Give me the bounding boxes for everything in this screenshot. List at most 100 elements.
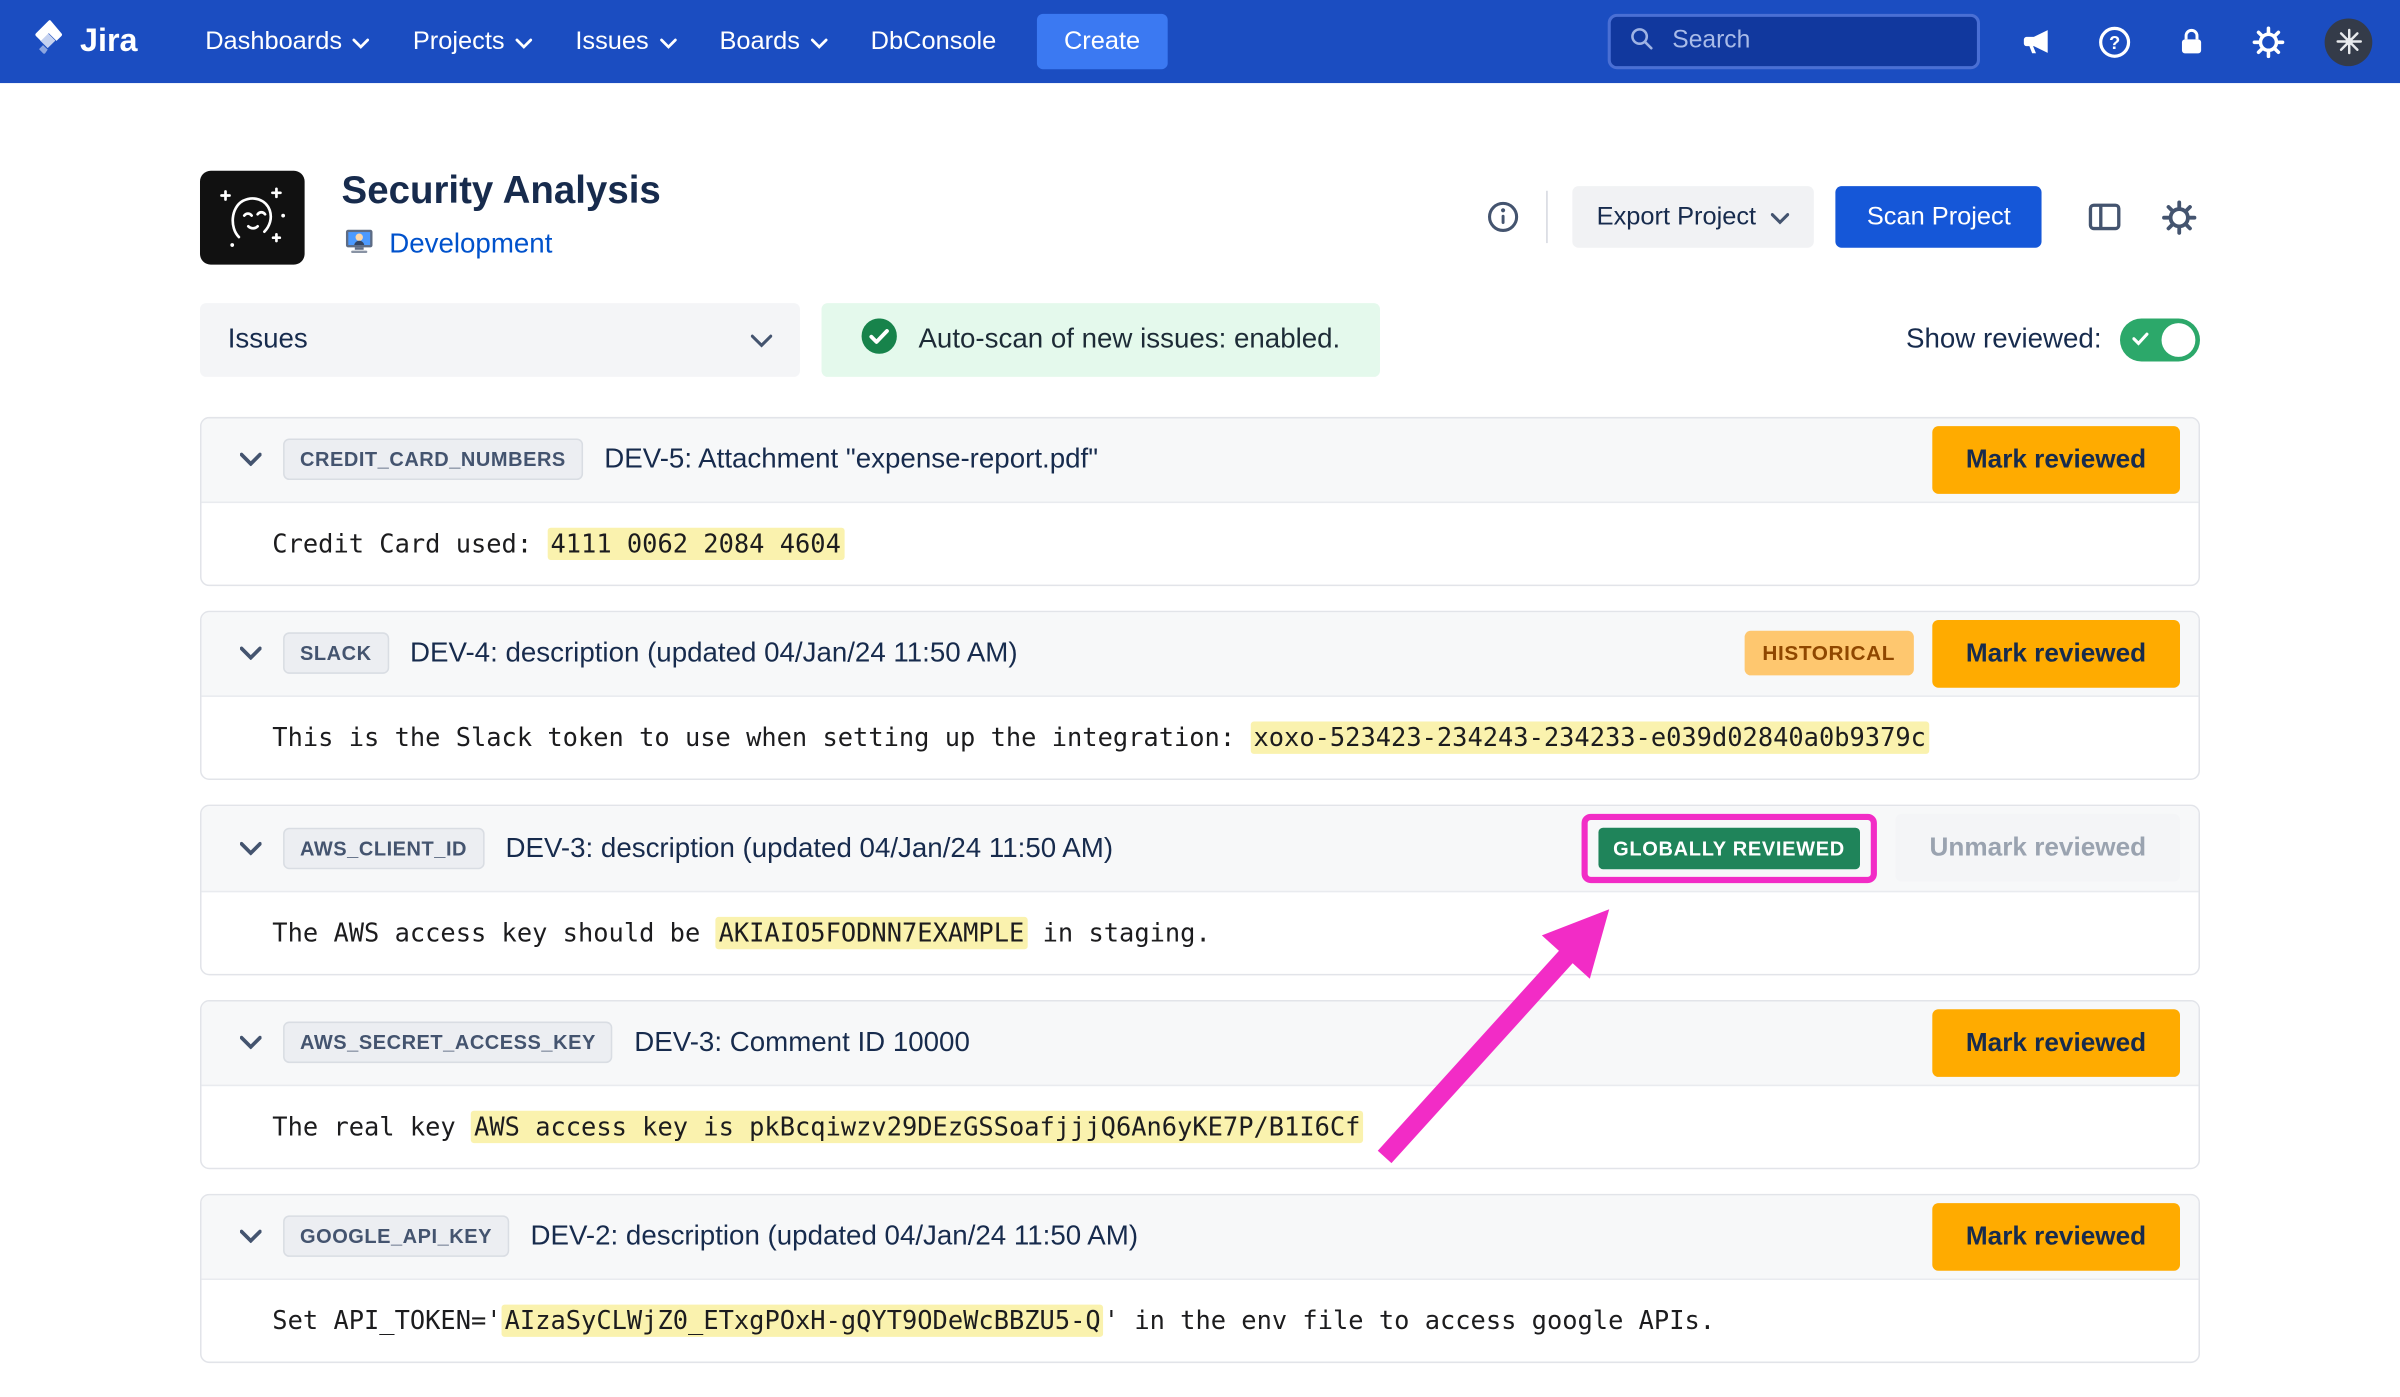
chevron-down-icon[interactable] <box>240 1230 262 1244</box>
issue-actions: Mark reviewed <box>1932 1203 2183 1271</box>
nav-label: Issues <box>575 27 648 56</box>
jira-logo[interactable]: Jira <box>28 17 138 66</box>
info-icon[interactable] <box>1484 199 1521 236</box>
project-actions: Export Project Scan Project <box>1484 187 2200 249</box>
create-button[interactable]: Create <box>1036 14 1168 69</box>
nav-label: Projects <box>413 27 505 56</box>
export-project-button[interactable]: Export Project <box>1572 187 1815 249</box>
issue-body: The real key AWS access key is pkBcqiwzv… <box>202 1086 2199 1168</box>
toggle-knob <box>2162 323 2196 357</box>
chevron-down-icon <box>1771 203 1789 232</box>
issue-card-header: SLACK DEV-4: description (updated 04/Jan… <box>202 612 2199 697</box>
scan-project-button[interactable]: Scan Project <box>1836 187 2041 249</box>
issue-type-badge: GOOGLE_API_KEY <box>283 1216 509 1258</box>
issue-body: The AWS access key should be AKIAIO5FODN… <box>202 892 2199 974</box>
check-icon <box>2132 332 2149 346</box>
unmark-reviewed-button[interactable]: Unmark reviewed <box>1896 814 2180 882</box>
issue-type-badge: SLACK <box>283 633 388 675</box>
issue-actions: GLOBALLY REVIEWED Unmark reviewed <box>1581 813 2183 882</box>
chevron-down-icon[interactable] <box>240 841 262 855</box>
chevron-down-icon <box>751 323 773 355</box>
issue-title: DEV-2: description (updated 04/Jan/24 11… <box>531 1220 1139 1252</box>
search-input[interactable] <box>1669 26 1961 57</box>
issues-filter-select[interactable]: Issues <box>200 303 800 377</box>
issue-type-badge: CREDIT_CARD_NUMBERS <box>283 439 583 481</box>
mark-reviewed-button[interactable]: Mark reviewed <box>1932 426 2180 494</box>
gear-icon[interactable] <box>2248 22 2288 62</box>
gear-icon[interactable] <box>2158 197 2200 239</box>
announcement-icon[interactable] <box>2017 22 2057 62</box>
nav-dashboards[interactable]: Dashboards <box>184 0 392 83</box>
chevron-down-icon <box>353 27 370 56</box>
chevron-down-icon[interactable] <box>240 647 262 661</box>
filter-row: Issues Auto-scan of new issues: enabled.… <box>200 303 2200 377</box>
body-text: in staging. <box>1027 918 1210 947</box>
issue-card-header: AWS_SECRET_ACCESS_KEY DEV-3: Comment ID … <box>202 1001 2199 1086</box>
body-text: ' in the env file to access google APIs. <box>1104 1306 1715 1335</box>
export-label: Export Project <box>1597 203 1756 232</box>
issue-type-badge: AWS_SECRET_ACCESS_KEY <box>283 1022 613 1064</box>
svg-text:?: ? <box>2108 31 2119 52</box>
search-box[interactable] <box>1608 14 1980 69</box>
project-link[interactable]: Development <box>389 228 552 260</box>
show-reviewed-toggle[interactable] <box>2120 318 2200 361</box>
nav-label: Dashboards <box>205 27 342 56</box>
autoscan-text: Auto-scan of new issues: enabled. <box>918 323 1340 355</box>
navbar-right: ? <box>1608 14 2373 69</box>
mark-reviewed-button[interactable]: Mark reviewed <box>1932 1009 2180 1077</box>
mark-reviewed-button[interactable]: Mark reviewed <box>1932 1203 2180 1271</box>
divider <box>1546 191 1548 243</box>
lock-icon[interactable] <box>2171 22 2211 62</box>
issue-card-header: AWS_CLIENT_ID DEV-3: description (update… <box>202 806 2199 892</box>
nav-issues[interactable]: Issues <box>554 0 698 83</box>
check-circle-icon <box>862 318 897 361</box>
secret-highlight: 4111 0062 2084 4604 <box>547 527 844 559</box>
issue-title: DEV-5: Attachment "expense-report.pdf" <box>604 443 1098 475</box>
nav-label: DbConsole <box>871 27 997 56</box>
body-text: Credit Card used: <box>272 529 547 558</box>
issue-card: AWS_CLIENT_ID DEV-3: description (update… <box>200 804 2200 975</box>
issue-body: Credit Card used: 4111 0062 2084 4604 <box>202 503 2199 585</box>
chevron-down-icon <box>811 27 828 56</box>
issue-card: AWS_SECRET_ACCESS_KEY DEV-3: Comment ID … <box>200 1000 2200 1169</box>
body-text: Set API_TOKEN=' <box>272 1306 501 1335</box>
issue-type-badge: AWS_CLIENT_ID <box>283 827 484 869</box>
body-text: The AWS access key should be <box>272 918 715 947</box>
help-icon[interactable]: ? <box>2094 22 2134 62</box>
show-reviewed-label: Show reviewed: <box>1906 323 2102 355</box>
body-text: This is the Slack token to use when sett… <box>272 723 1250 752</box>
nav-boards[interactable]: Boards <box>698 0 849 83</box>
autoscan-banner: Auto-scan of new issues: enabled. <box>822 303 1381 377</box>
nav-projects[interactable]: Projects <box>391 0 553 83</box>
issue-body: This is the Slack token to use when sett… <box>202 697 2199 779</box>
select-value: Issues <box>228 323 308 355</box>
issue-body: Set API_TOKEN='AIzaSyCLWjZ0_ETxgPOxH-gQY… <box>202 1280 2199 1362</box>
project-avatar <box>200 171 305 265</box>
issue-card-header: CREDIT_CARD_NUMBERS DEV-5: Attachment "e… <box>202 418 2199 503</box>
issue-actions: Mark reviewed <box>1932 426 2183 494</box>
issue-actions: Mark reviewed <box>1932 1009 2183 1077</box>
project-text: Security Analysis Development <box>342 169 661 266</box>
issue-card: GOOGLE_API_KEY DEV-2: description (updat… <box>200 1193 2200 1362</box>
chevron-down-icon <box>659 27 676 56</box>
issue-actions: HISTORICAL Mark reviewed <box>1744 620 2183 688</box>
annotation-highlight-box: GLOBALLY REVIEWED <box>1581 813 1877 882</box>
issue-list: CREDIT_CARD_NUMBERS DEV-5: Attachment "e… <box>200 417 2200 1363</box>
issue-title: DEV-4: description (updated 04/Jan/24 11… <box>410 637 1018 669</box>
chevron-down-icon[interactable] <box>240 453 262 467</box>
top-navbar: Jira Dashboards Projects Issues Boards D… <box>0 0 2400 83</box>
avatar[interactable] <box>2325 18 2373 66</box>
panels-icon[interactable] <box>2085 197 2125 237</box>
nav-dbconsole[interactable]: DbConsole <box>849 0 1018 83</box>
issue-card: CREDIT_CARD_NUMBERS DEV-5: Attachment "e… <box>200 417 2200 586</box>
brand-label: Jira <box>80 23 137 60</box>
main-nav: Dashboards Projects Issues Boards DbCons… <box>184 0 1018 83</box>
mark-reviewed-button[interactable]: Mark reviewed <box>1932 620 2180 688</box>
developer-emoji-icon <box>342 223 377 266</box>
secret-highlight: AIzaSyCLWjZ0_ETxgPOxH-gQYT9ODeWcBBZU5-Q <box>502 1304 1104 1336</box>
historical-badge: HISTORICAL <box>1744 631 1914 676</box>
globally-reviewed-badge: GLOBALLY REVIEWED <box>1598 827 1861 869</box>
chevron-down-icon[interactable] <box>240 1036 262 1050</box>
project-header: Security Analysis Development Export Pro… <box>200 169 2200 266</box>
secret-highlight: AKIAIO5FODNN7EXAMPLE <box>716 917 1028 949</box>
